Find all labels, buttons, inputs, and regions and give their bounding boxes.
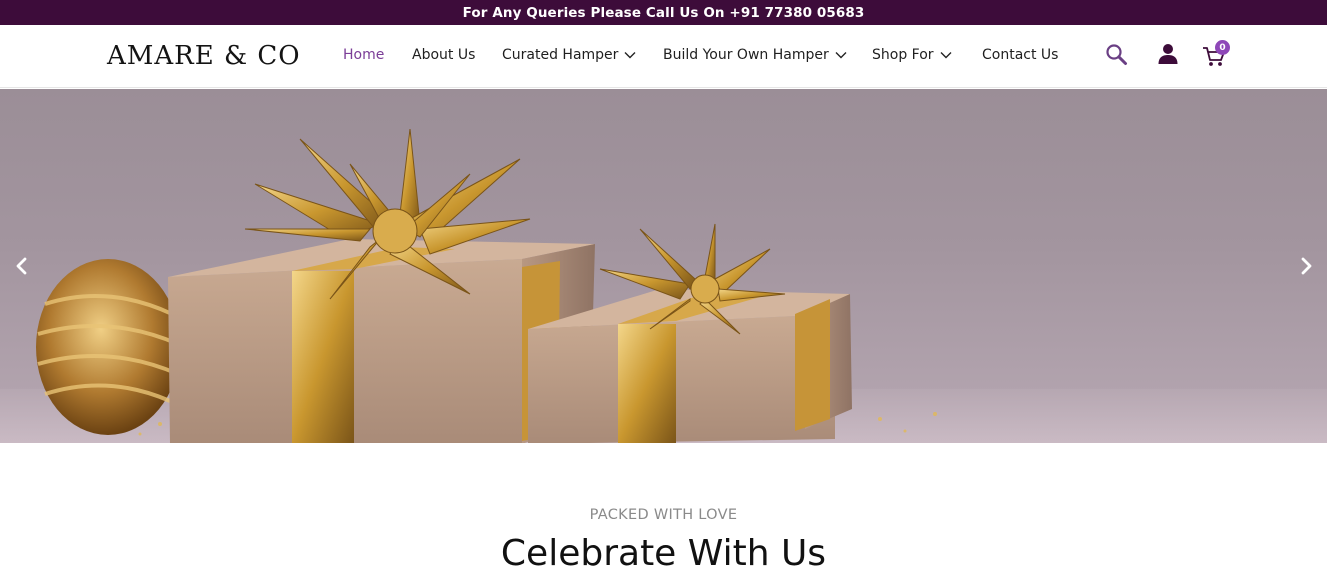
announcement-bar: For Any Queries Please Call Us On +91 77…: [0, 0, 1327, 25]
chevron-down-icon: [835, 52, 847, 59]
nav-item-label: Contact Us: [982, 47, 1059, 63]
chevron-right-icon[interactable]: [1295, 255, 1317, 277]
cart-count-badge: 0: [1215, 40, 1230, 55]
nav-item-about-us[interactable]: About Us: [412, 47, 475, 63]
hero-slider: [0, 89, 1327, 443]
nav-item-home[interactable]: Home: [343, 47, 384, 63]
nav-item-label: About Us: [412, 47, 476, 63]
chevron-down-icon: [940, 52, 952, 59]
search-icon[interactable]: [1104, 42, 1130, 68]
section-tagline: PACKED WITH LOVE: [589, 507, 738, 523]
site-header: AMARE & CO Home About Us Curated Hamper …: [0, 25, 1327, 88]
user-icon[interactable]: [1155, 41, 1181, 67]
nav-item-label: Curated Hamper: [502, 47, 619, 63]
nav-item-curated-hamper[interactable]: Curated Hamper: [502, 47, 636, 63]
brand-logo[interactable]: AMARE & CO: [107, 41, 301, 71]
nav-item-contact-us[interactable]: Contact Us: [982, 47, 1058, 63]
chevron-down-icon: [624, 52, 636, 59]
announcement-text: For Any Queries Please Call Us On +91 77…: [462, 4, 865, 21]
nav-item-build-your-own-hamper[interactable]: Build Your Own Hamper: [663, 47, 847, 63]
gift-boxes-image: [0, 128, 1327, 443]
nav-item-label: Home: [343, 47, 385, 63]
section-heading: Celebrate With Us: [500, 533, 827, 568]
nav-item-label: Build Your Own Hamper: [663, 47, 829, 63]
chevron-left-icon[interactable]: [11, 255, 33, 277]
nav-item-shop-for[interactable]: Shop For: [872, 47, 952, 63]
nav-item-label: Shop For: [872, 47, 934, 63]
